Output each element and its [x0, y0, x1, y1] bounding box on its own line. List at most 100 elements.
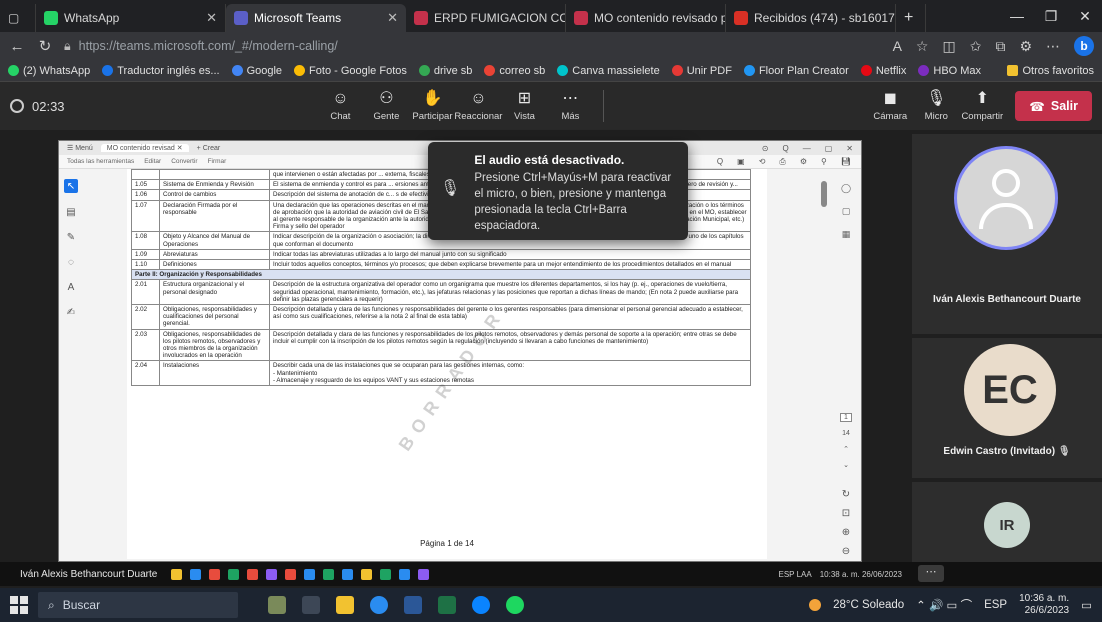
system-tray: 28°C Soleado ⌃ 🔊 ▭ ⌒ ESP 10:36 a. m. 26/… [809, 593, 1092, 617]
screen: ▢ WhatsApp ✕ Microsoft Teams ✕ ERPD FUMIGACI… [0, 0, 1102, 622]
edge-icon[interactable] [472, 596, 490, 614]
meeting-button-reaccionar[interactable]: ☺ Reaccionar [454, 90, 502, 122]
gente-icon: ⚇ [379, 90, 394, 107]
leave-button[interactable]: ☎ Salir [1015, 91, 1092, 121]
page-up-icon: ⌃ [843, 446, 849, 453]
lasso-tool-icon: ◌ [68, 257, 74, 268]
taskbar-search[interactable]: ⌕ Buscar [38, 592, 238, 618]
meeting-button-micro[interactable]: 🎙 Micro [913, 90, 959, 122]
close-tab-icon[interactable]: ✕ [206, 10, 217, 26]
total-pages: 14 [842, 430, 850, 437]
bookmark-item[interactable]: Canva massielete [557, 65, 660, 77]
new-tab-button[interactable]: + [896, 4, 926, 32]
widgets-icon[interactable] [268, 596, 286, 614]
table-row: 1.10 Definiciones Incluir todos aquellos c… [131, 259, 751, 271]
tab-label: ERPD FUMIGACION CON DR [434, 11, 565, 25]
bookmark-item[interactable]: drive sb [418, 65, 472, 77]
task-view-icon[interactable] [302, 596, 320, 614]
meeting-button-participar[interactable]: ✋ Participar [409, 90, 455, 122]
participant-tile-2[interactable]: EC Edwin Castro (Invitado) 🎙 [912, 338, 1102, 478]
notifications-icon[interactable]: ▭ [1081, 598, 1092, 612]
tray-icons[interactable]: ⌃ 🔊 ▭ ⌒ [916, 597, 972, 613]
participant-tile-3[interactable]: IR [912, 482, 1102, 562]
bookmark-item[interactable]: Traductor inglés es... [102, 65, 220, 77]
meeting-timer: 02:33 [10, 99, 65, 114]
tab-overview-icon[interactable]: ▢ [0, 4, 36, 32]
windows-start-icon[interactable] [10, 596, 28, 614]
clock[interactable]: 10:36 a. m. 26/6/2023 [1019, 593, 1069, 617]
split-screen-icon[interactable]: ◫ [942, 38, 955, 55]
page-down-icon: ⌄ [843, 462, 849, 469]
browser-tab[interactable]: ERPD FUMIGACION CON DR✕ [406, 4, 566, 32]
micro-icon: 🎙 [926, 90, 947, 107]
shared-menu-icon: ☰ Menú [67, 145, 93, 152]
timer-text: 02:33 [32, 98, 65, 114]
participants-panel: Iván Alexis Bethancourt Duarte EC Edwin … [912, 130, 1102, 562]
more-browser-icon[interactable]: ⋯ [1046, 38, 1060, 55]
minimize-icon[interactable]: — [1000, 8, 1034, 24]
excel-icon[interactable] [438, 596, 456, 614]
bookmark-item[interactable]: HBO Max [918, 65, 981, 77]
other-favorites[interactable]: Otros favoritos [1007, 65, 1094, 77]
weather-text[interactable]: 28°C Soleado [833, 599, 904, 611]
language-indicator[interactable]: ESP [984, 599, 1007, 611]
tab-label: WhatsApp [64, 11, 120, 25]
spotify-icon[interactable] [506, 596, 524, 614]
url-field[interactable]: 🔒︎ https://teams.microsoft.com/_#/modern… [64, 39, 883, 54]
tab-favicon-icon [414, 11, 428, 25]
word-icon[interactable] [404, 596, 422, 614]
file-explorer-icon[interactable] [336, 596, 354, 614]
browser-tab[interactable]: WhatsApp ✕ [36, 4, 226, 32]
bing-icon[interactable]: b [1074, 36, 1094, 56]
participant-tile-1[interactable]: Iván Alexis Bethancourt Duarte [912, 134, 1102, 334]
url-text: https://teams.microsoft.com/_#/modern-ca… [78, 39, 338, 53]
meeting-button-cámara[interactable]: ◼ Cámara [867, 90, 913, 122]
close-tab-icon[interactable]: ✕ [387, 10, 398, 26]
reload-icon[interactable]: ↻ [36, 37, 54, 55]
zoom-out-icon: ⊖ [841, 546, 851, 557]
browser-tab[interactable]: MO contenido revisado para✕ [566, 4, 726, 32]
bookmark-item[interactable]: Foto - Google Fotos [294, 65, 407, 77]
pdf-toolbar-item: Firmar [207, 158, 227, 165]
cámara-icon: ◼ [883, 90, 897, 107]
chrome-icon[interactable] [370, 596, 388, 614]
favorite-star-icon[interactable]: ☆ [916, 38, 929, 55]
bookmark-item[interactable]: correo sb [484, 65, 545, 77]
read-aloud-icon[interactable]: A [893, 38, 902, 54]
table-row: 2.02 Obligaciones, responsabilidades y cu… [131, 304, 751, 330]
search-label: Buscar [62, 598, 101, 612]
bookmark-item[interactable]: Google [231, 65, 282, 77]
page-nav: 1 14 ⌃ ⌄ ↻ ⊡ ⊕ ⊖ [837, 413, 855, 557]
meeting-button-compartir[interactable]: ⬆ Compartir [959, 90, 1005, 122]
close-window-icon[interactable]: ✕ [1068, 8, 1102, 25]
bookmark-favicon-icon [484, 65, 496, 76]
reaccionar-icon: ☺ [470, 90, 487, 107]
bookmarks-bar: (2) WhatsApp Traductor inglés es... Google… [0, 60, 1102, 82]
participant-name: Iván Alexis Bethancourt Duarte [932, 294, 1081, 305]
bookmark-item[interactable]: Unir PDF [671, 65, 732, 77]
pdf-toolbar-item: Editar [144, 158, 162, 165]
pdf-toolbar-item: Convertir [171, 158, 198, 165]
bookmark-favicon-icon [918, 65, 930, 76]
meeting-button-vista[interactable]: ⊞ Vista [501, 90, 547, 122]
browser-tab[interactable]: Recibidos (474) - sb16017@u✕ [726, 4, 896, 32]
participant-name: Edwin Castro (Invitado) 🎙 [943, 446, 1071, 457]
back-icon[interactable]: ← [8, 38, 26, 55]
bookmark-item[interactable]: (2) WhatsApp [8, 65, 90, 77]
meeting-button-gente[interactable]: ⚇ Gente [363, 90, 409, 122]
bookmark-item[interactable]: Netflix [860, 65, 906, 77]
tab-label: Recibidos (474) - sb16017@u [754, 11, 895, 25]
collections-icon[interactable]: ⧉ [995, 38, 1005, 55]
shared-taskbar-strip: Iván Alexis Bethancourt Duarte ESP LAA 1… [0, 562, 1102, 586]
browser-tab[interactable]: Microsoft Teams ✕ [226, 4, 406, 32]
meeting-button-más[interactable]: ⋯ Más [547, 90, 593, 122]
mic-off-icon: 🎙 [440, 180, 461, 197]
taskbar-apps [268, 596, 524, 614]
restore-icon[interactable]: ❐ [1034, 8, 1068, 25]
favorites-icon[interactable]: ✩ [970, 38, 982, 55]
more-participants-button[interactable]: ⋯ [918, 565, 944, 582]
shared-new-tab: + Crear [196, 144, 221, 152]
bookmark-item[interactable]: Floor Plan Creator [743, 65, 849, 77]
extensions-icon[interactable]: ⚙ [1019, 38, 1032, 55]
meeting-button-chat[interactable]: ☺ Chat [317, 90, 363, 122]
